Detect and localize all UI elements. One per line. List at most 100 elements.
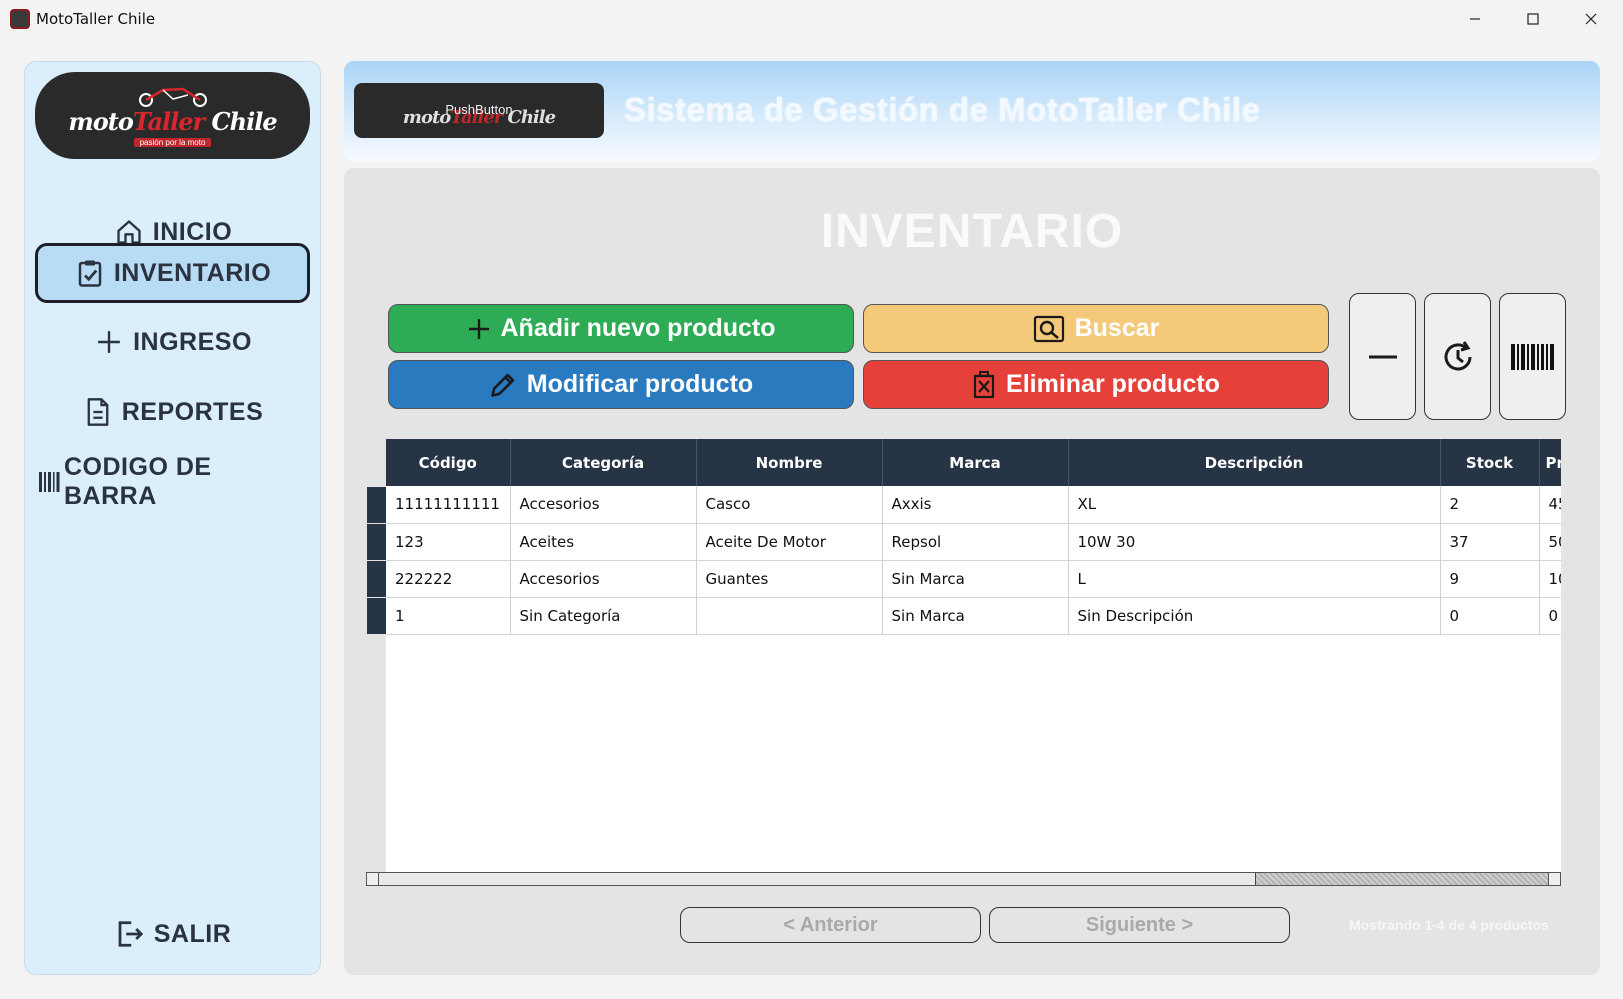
close-button[interactable] [1562, 0, 1620, 38]
table-cell[interactable]: 50( [1539, 523, 1561, 561]
window-title: MotoTaller Chile [36, 10, 156, 28]
table-cell[interactable]: 123 [386, 523, 511, 561]
table-cell[interactable]: L [1068, 560, 1441, 598]
minimize-icon [1470, 18, 1480, 20]
sidebar: motoTaller Chile pasión por la moto INIC… [24, 61, 321, 975]
table-cell[interactable]: Axxis [882, 486, 1069, 524]
minimize-button[interactable] [1446, 0, 1504, 38]
delete-product-label: Eliminar producto [1006, 370, 1220, 398]
search-button[interactable]: Buscar [863, 304, 1329, 353]
scroll-right-arrow[interactable] [1548, 873, 1560, 885]
barcode-button[interactable] [1499, 293, 1566, 420]
minus-icon [1368, 355, 1397, 358]
table-cell[interactable]: Sin Marca [882, 597, 1069, 635]
barcode-icon [38, 466, 62, 498]
logout-label: SALIR [153, 919, 232, 948]
table-row[interactable]: 123 Aceites Aceite De Motor Repsol 10W 3… [386, 523, 1561, 561]
scroll-left-arrow[interactable] [367, 873, 379, 885]
table-cell[interactable]: 11111111111 [386, 486, 511, 524]
table-cell[interactable]: 0 [1440, 597, 1540, 635]
close-icon [1585, 13, 1597, 25]
row-selector[interactable] [367, 561, 386, 597]
title-bar: MotoTaller Chile [0, 0, 1623, 38]
horizontal-scrollbar[interactable] [366, 872, 1561, 886]
plus-icon [467, 317, 491, 341]
table-cell[interactable]: Accesorios [510, 560, 697, 598]
add-product-button[interactable]: Añadir nuevo producto [388, 304, 854, 353]
column-header-nombre[interactable]: Nombre [696, 439, 883, 486]
row-selector[interactable] [367, 524, 386, 560]
table-cell[interactable]: 0 [1539, 597, 1561, 635]
row-selector[interactable] [367, 598, 386, 634]
table-cell[interactable]: XL [1068, 486, 1441, 524]
header-logo-button[interactable]: motoTaller Chile PushButton [354, 83, 604, 138]
nav-reportes[interactable]: REPORTES [35, 382, 310, 442]
header-title: Sistema de Gestión de MotoTaller Chile [624, 91, 1261, 128]
table-row[interactable]: 11111111111 Accesorios Casco Axxis XL 2 … [386, 486, 1561, 524]
inventory-grid: Código Categoría Nombre Marca Descripció… [386, 439, 1561, 635]
add-product-label: Añadir nuevo producto [500, 314, 776, 342]
table-cell[interactable]: 222222 [386, 560, 511, 598]
table-cell[interactable]: Aceites [510, 523, 697, 561]
table-cell[interactable]: 10W 30 [1068, 523, 1441, 561]
table-cell[interactable]: Sin Categoría [510, 597, 697, 635]
search-label: Buscar [1074, 314, 1160, 342]
collapse-button[interactable] [1349, 293, 1416, 420]
logout-button[interactable]: SALIR [35, 904, 310, 964]
table-cell[interactable]: Repsol [882, 523, 1069, 561]
history-button[interactable] [1424, 293, 1491, 420]
motorcycle-icon [138, 87, 207, 107]
row-selector[interactable] [367, 487, 386, 523]
logout-icon [114, 918, 146, 950]
column-header-codigo[interactable]: Código [386, 439, 511, 486]
inventory-table: Código Categoría Nombre Marca Descripció… [366, 439, 1561, 880]
row-header-gutter [366, 439, 386, 880]
table-cell[interactable]: Accesorios [510, 486, 697, 524]
brand-logo: motoTaller Chile pasión por la moto [35, 72, 310, 159]
header-banner: motoTaller Chile PushButton Sistema de G… [344, 61, 1600, 161]
column-header-precio[interactable]: Pr [1539, 439, 1561, 486]
nav-label: INVENTARIO [113, 258, 272, 287]
nav-label: CODIGO DE BARRA [64, 453, 212, 510]
maximize-button[interactable] [1504, 0, 1562, 38]
plus-icon [93, 326, 125, 358]
table-cell[interactable]: Sin Marca [882, 560, 1069, 598]
table-cell[interactable]: 2 [1440, 486, 1540, 524]
next-page-button[interactable]: Siguiente > [989, 907, 1290, 943]
pencil-icon [489, 371, 517, 399]
delete-icon [972, 370, 996, 399]
table-cell[interactable]: Aceite De Motor [696, 523, 883, 561]
document-icon [82, 396, 114, 428]
pagination-info: Mostrando 1-4 de 4 productos [1349, 917, 1549, 933]
table-cell[interactable]: 45( [1539, 486, 1561, 524]
delete-product-button[interactable]: Eliminar producto [863, 360, 1329, 409]
table-cell[interactable] [696, 597, 883, 635]
table-cell[interactable]: 1 [386, 597, 511, 635]
nav-label: REPORTES [121, 397, 264, 426]
page-title: INVENTARIO [820, 205, 1124, 258]
header-button-label: PushButton [445, 102, 513, 117]
table-cell[interactable]: 10( [1539, 560, 1561, 598]
scrollbar-thumb[interactable] [379, 873, 1256, 885]
column-header-marca[interactable]: Marca [882, 439, 1069, 486]
column-header-descripcion[interactable]: Descripción [1068, 439, 1441, 486]
logo-tagline: pasión por la moto [133, 137, 212, 147]
column-header-stock[interactable]: Stock [1440, 439, 1540, 486]
nav-ingreso[interactable]: INGRESO [35, 312, 310, 372]
table-row[interactable]: 222222 Accesorios Guantes Sin Marca L 9 … [386, 560, 1561, 598]
table-row[interactable]: 1 Sin Categoría Sin Marca Sin Descripció… [386, 597, 1561, 635]
previous-page-button[interactable]: < Anterior [680, 907, 981, 943]
modify-product-button[interactable]: Modificar producto [388, 360, 854, 409]
column-header-categoria[interactable]: Categoría [510, 439, 697, 486]
table-cell[interactable]: Guantes [696, 560, 883, 598]
nav-inventario[interactable]: INVENTARIO [35, 243, 310, 303]
table-cell[interactable]: 9 [1440, 560, 1540, 598]
table-cell[interactable]: Casco [696, 486, 883, 524]
search-icon [1033, 315, 1065, 343]
logo-wordmark: motoTaller Chile [68, 106, 277, 136]
main-panel: INVENTARIO Añadir nuevo producto Buscar … [344, 168, 1600, 975]
nav-label: INGRESO [133, 327, 252, 356]
table-cell[interactable]: 37 [1440, 523, 1540, 561]
table-cell[interactable]: Sin Descripción [1068, 597, 1441, 635]
nav-codigo-de-barra[interactable]: CODIGO DE BARRA [35, 452, 310, 512]
